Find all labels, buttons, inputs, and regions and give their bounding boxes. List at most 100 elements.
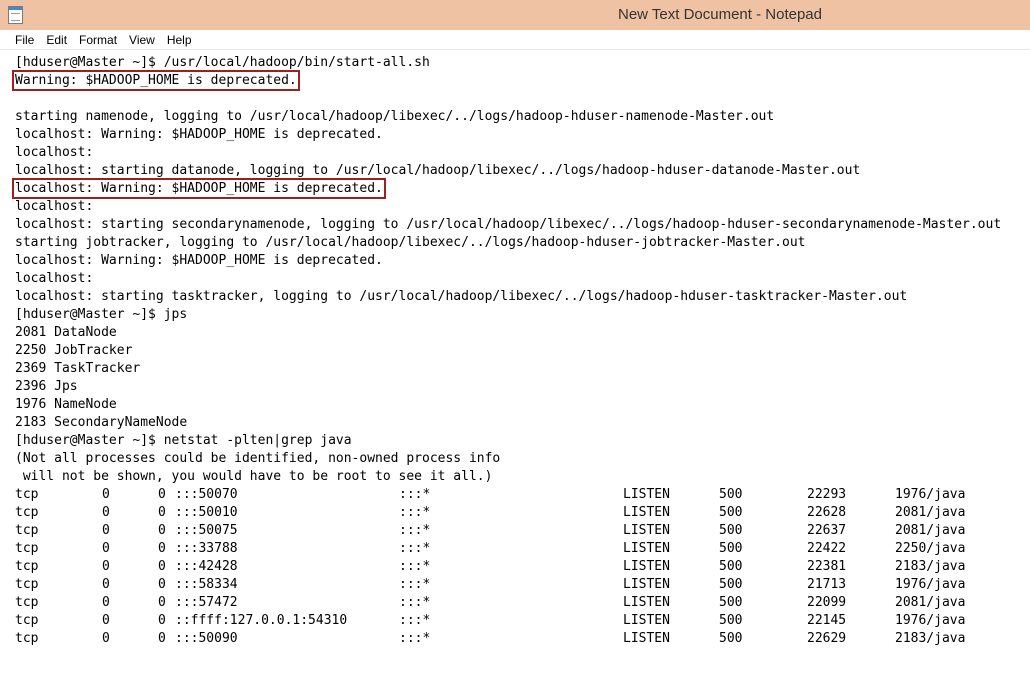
netstat-recvq: 0 [102,577,110,592]
netstat-local: :::42428 [175,559,238,574]
text-line: will not be shown, you would have to be … [15,468,1001,486]
menu-view[interactable]: View [123,30,161,50]
line-text: localhost: Warning: $HADOOP_HOME is depr… [15,127,383,142]
netstat-foreign: :::* [399,505,431,520]
netstat-recvq: 0 [102,541,110,556]
netstat-local: :::33788 [175,541,238,556]
netstat-proto: tcp [15,505,39,520]
netstat-program: 1976/java [895,487,966,502]
editor-content: [hduser@Master ~]$ /usr/local/hadoop/bin… [12,54,1002,648]
netstat-row: tcp 0 0:::* LISTEN 500 22628 2081/java:::50010 [15,504,1001,522]
line-text: starting jobtracker, logging to /usr/loc… [15,235,806,250]
netstat-user: 500 [719,505,743,520]
netstat-inode: 22099 [807,595,847,610]
line-text: localhost: [15,199,94,214]
netstat-sendq: 0 [158,577,166,592]
text-line: localhost: Warning: $HADOOP_HOME is depr… [15,252,1001,270]
highlighted-line: localhost: Warning: $HADOOP_HOME is depr… [12,178,1001,199]
text-line: starting namenode, logging to /usr/local… [15,108,1001,126]
netstat-program: 2081/java [895,505,966,520]
netstat-inode: 22293 [807,487,847,502]
text-line: 2183 SecondaryNameNode [15,414,1001,432]
netstat-foreign: :::* [399,577,431,592]
text-line: [hduser@Master ~]$ netstat -plten|grep j… [15,432,1001,450]
netstat-inode: 22422 [807,541,847,556]
netstat-state: LISTEN [623,631,670,646]
line-text: (Not all processes could be identified, … [15,451,501,466]
netstat-user: 500 [719,523,743,538]
line-text: 2081 DataNode [15,325,117,340]
netstat-recvq: 0 [102,523,110,538]
netstat-inode: 22145 [807,613,847,628]
netstat-inode: 22629 [807,631,847,646]
text-line: localhost: starting datanode, logging to… [15,162,1001,180]
netstat-inode: 22637 [807,523,847,538]
netstat-foreign: :::* [399,559,431,574]
menu-file[interactable]: File [9,30,40,50]
line-text: localhost: [15,145,94,160]
menu-edit[interactable]: Edit [40,30,73,50]
netstat-row: tcp 0 0:::* LISTEN 500 22145 1976/java::ffff:1… [15,612,1001,630]
text-line: 1976 NameNode [15,396,1001,414]
line-text: [hduser@Master ~]$ /usr/local/hadoop/bin… [15,55,430,70]
netstat-recvq: 0 [102,595,110,610]
netstat-local: :::57472 [175,595,238,610]
netstat-sendq: 0 [158,487,166,502]
netstat-foreign: :::* [399,631,431,646]
netstat-local: :::58334 [175,577,238,592]
text-line: 2369 TaskTracker [15,360,1001,378]
netstat-recvq: 0 [102,631,110,646]
text-line: localhost: [15,144,1001,162]
netstat-user: 500 [719,631,743,646]
netstat-row: tcp 0 0:::* LISTEN 500 22637 2081/java:::50075 [15,522,1001,540]
netstat-state: LISTEN [623,613,670,628]
netstat-proto: tcp [15,559,39,574]
netstat-foreign: :::* [399,613,431,628]
netstat-program: 2081/java [895,523,966,538]
line-text: localhost: starting secondarynamenode, l… [15,217,1002,232]
menu-bar: File Edit Format View Help [0,30,1030,50]
netstat-local: ::ffff:127.0.0.1:54310 [175,613,348,628]
netstat-user: 500 [719,541,743,556]
menu-help[interactable]: Help [161,30,198,50]
netstat-local: :::50090 [175,631,238,646]
text-line: localhost: Warning: $HADOOP_HOME is depr… [15,126,1001,144]
line-text: [hduser@Master ~]$ jps [15,307,188,322]
netstat-recvq: 0 [102,559,110,574]
text-line: localhost: [15,198,1001,216]
netstat-row: tcp 0 0:::* LISTEN 500 22422 2250/java:::33788 [15,540,1001,558]
netstat-foreign: :::* [399,487,431,502]
window-title: New Text Document - Notepad [618,6,822,23]
netstat-inode: 22381 [807,559,847,574]
netstat-local: :::50075 [175,523,238,538]
line-text: [hduser@Master ~]$ netstat -plten|grep j… [15,433,352,448]
netstat-user: 500 [719,559,743,574]
netstat-proto: tcp [15,595,39,610]
netstat-state: LISTEN [623,577,670,592]
netstat-sendq: 0 [158,559,166,574]
netstat-sendq: 0 [158,595,166,610]
netstat-state: LISTEN [623,559,670,574]
netstat-proto: tcp [15,487,39,502]
line-text: 1976 NameNode [15,397,117,412]
line-text: starting namenode, logging to /usr/local… [15,109,775,124]
netstat-row: tcp 0 0:::* LISTEN 500 22381 2183/java:::42428 [15,558,1001,576]
netstat-sendq: 0 [158,631,166,646]
netstat-state: LISTEN [623,541,670,556]
text-editor[interactable]: [hduser@Master ~]$ /usr/local/hadoop/bin… [0,51,1030,676]
netstat-program: 1976/java [895,613,966,628]
text-line: localhost: starting tasktracker, logging… [15,288,1001,306]
text-line: [hduser@Master ~]$ /usr/local/hadoop/bin… [15,54,1001,72]
text-line: [hduser@Master ~]$ jps [15,306,1001,324]
text-line: localhost: [15,270,1001,288]
menu-format[interactable]: Format [73,30,123,50]
netstat-inode: 22628 [807,505,847,520]
netstat-row: tcp 0 0:::* LISTEN 500 22293 1976/java:::50070 [15,486,1001,504]
netstat-program: 2250/java [895,541,966,556]
netstat-inode: 21713 [807,577,847,592]
netstat-local: :::50010 [175,505,238,520]
netstat-foreign: :::* [399,595,431,610]
text-line: starting jobtracker, logging to /usr/loc… [15,234,1001,252]
title-bar[interactable]: New Text Document - Notepad [0,0,1030,30]
netstat-user: 500 [719,613,743,628]
